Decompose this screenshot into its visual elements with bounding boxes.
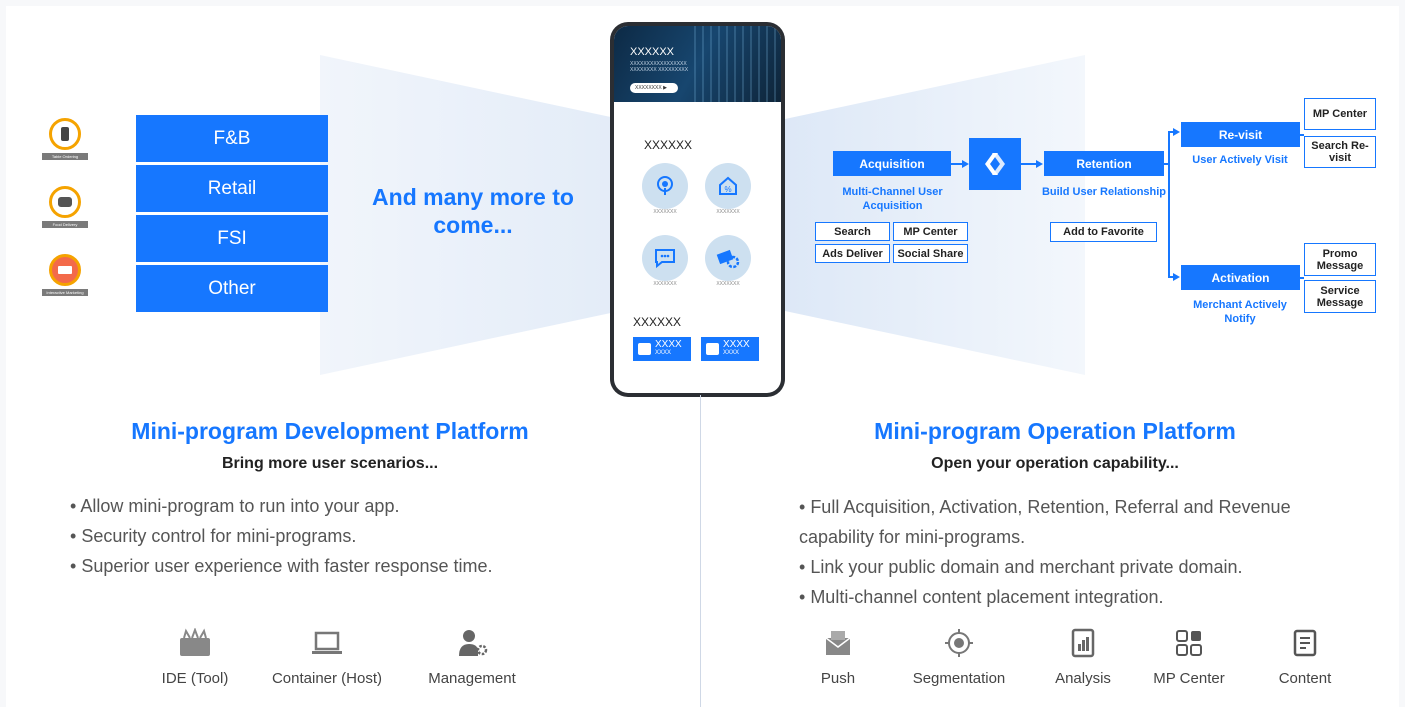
acquisition-box[interactable]: Acquisition (833, 151, 951, 176)
discount-icon: % (705, 163, 751, 209)
bullet-item: Security control for mini-programs. (70, 521, 670, 551)
spy-icon (638, 343, 651, 355)
acquisition-desc: Multi-Channel User Acquisition (842, 186, 943, 212)
chart-icon (1045, 628, 1121, 658)
chat-icon (642, 235, 688, 281)
target-icon (903, 628, 1015, 658)
category-fsi[interactable]: FSI (136, 215, 328, 262)
activation-desc: Merchant Actively Notify (1193, 299, 1287, 325)
app-item[interactable]: % XXXXXXX (705, 163, 751, 215)
option-social-share[interactable]: Social Share (893, 244, 968, 263)
screen-button[interactable]: XXXX XXXX (701, 337, 759, 361)
phone-screen: XXXXXX XXXXXXXXXXXXXXXXX XXXXXXXX XXXXXX… (614, 26, 781, 393)
gamepad-icon (706, 343, 719, 355)
flow-arrow (1173, 273, 1180, 281)
podcast-icon (642, 163, 688, 209)
flow-line (1168, 131, 1170, 277)
bullet-item: Allow mini-program to run into your app. (70, 491, 670, 521)
svg-text:%: % (724, 185, 731, 194)
tool-analysis[interactable]: Analysis (1045, 628, 1121, 687)
option-ads-deliver[interactable]: Ads Deliver (815, 244, 890, 263)
option-add-to-favorite[interactable]: Add to Favorite (1050, 222, 1157, 242)
more-to-come-text: And many more to come... (372, 184, 574, 238)
category-other[interactable]: Other (136, 265, 328, 312)
screen-section-title: XXXXXX (633, 315, 682, 329)
activation-box[interactable]: Activation (1181, 265, 1300, 290)
banner-button[interactable]: XXXXXXXX ▶ (630, 83, 678, 93)
flow-arrow (1173, 128, 1180, 136)
laptop-icon (258, 628, 396, 658)
retention-desc: Build User Relationship (1041, 186, 1167, 198)
retention-box[interactable]: Retention (1044, 151, 1164, 176)
banner-subtitle: XXXXXXXXXXXXXXXXX XXXXXXXX XXXXXXXXX (630, 61, 689, 73)
envelope-icon (805, 628, 871, 658)
platform-logo-icon (969, 138, 1021, 190)
dev-platform-title: Mini-program Development Platform (131, 418, 529, 444)
option-search[interactable]: Search (815, 222, 890, 241)
flow-line (1300, 277, 1304, 279)
banner-title: XXXXXX (630, 46, 675, 58)
option-mp-center[interactable]: MP Center (1304, 98, 1376, 130)
flow-arrow (1036, 160, 1043, 168)
dev-platform-bullets: Allow mini-program to run into your app.… (70, 491, 670, 581)
bullet-item: Multi-channel content placement integrat… (799, 582, 1369, 612)
app-item[interactable]: XXXXXXX (705, 235, 751, 287)
tool-segmentation[interactable]: Segmentation (903, 628, 1015, 687)
tool-container[interactable]: Container (Host) (258, 628, 396, 687)
app-item[interactable]: XXXXXXX (642, 163, 688, 215)
tool-push[interactable]: Push (805, 628, 871, 687)
app-item[interactable]: XXXXXXX (642, 235, 688, 287)
option-service-message[interactable]: Service Message (1304, 280, 1376, 313)
bullet-item: Link your public domain and merchant pri… (799, 552, 1369, 582)
revisit-desc: User Actively Visit (1192, 154, 1288, 166)
option-search-revisit[interactable]: Search Re-visit (1304, 136, 1376, 168)
section-divider (700, 395, 701, 707)
flow-line (1021, 163, 1037, 165)
tool-mp-center[interactable]: MP Center (1136, 628, 1242, 687)
food-delivery-icon: Food Delivery (42, 186, 88, 228)
bullet-item: Full Acquisition, Activation, Retention,… (799, 492, 1369, 552)
screen-section-title: XXXXXX (644, 138, 693, 152)
option-promo-message[interactable]: Promo Message (1304, 243, 1376, 276)
tool-management[interactable]: Management (412, 628, 532, 687)
ops-platform-subtitle: Open your operation capability... (931, 455, 1179, 472)
toolbox-icon (140, 628, 250, 658)
grid-icon (1136, 628, 1242, 658)
category-retail[interactable]: Retail (136, 165, 328, 212)
screen-button[interactable]: XXXX XXXX (633, 337, 691, 361)
tool-content[interactable]: Content (1270, 628, 1340, 687)
phone-banner: XXXXXX XXXXXXXXXXXXXXXXX XXXXXXXX XXXXXX… (614, 26, 781, 102)
ops-platform-title: Mini-program Operation Platform (874, 418, 1236, 444)
table-ordering-icon: Table Ordering (42, 118, 88, 160)
flow-arrow (962, 160, 969, 168)
document-icon (1270, 628, 1340, 658)
user-gear-icon (412, 628, 532, 658)
revisit-box[interactable]: Re-visit (1181, 122, 1300, 147)
dev-platform-subtitle: Bring more user scenarios... (221, 455, 439, 472)
option-mp-center[interactable]: MP Center (893, 222, 968, 241)
money-gear-icon (705, 235, 751, 281)
bullet-item: Superior user experience with faster res… (70, 551, 670, 581)
tool-ide[interactable]: IDE (Tool) (140, 628, 250, 687)
category-fnb[interactable]: F&B (136, 115, 328, 162)
interactive-marketing-icon: Interactive Marketing (42, 254, 88, 296)
ops-platform-bullets: Full Acquisition, Activation, Retention,… (799, 492, 1369, 612)
